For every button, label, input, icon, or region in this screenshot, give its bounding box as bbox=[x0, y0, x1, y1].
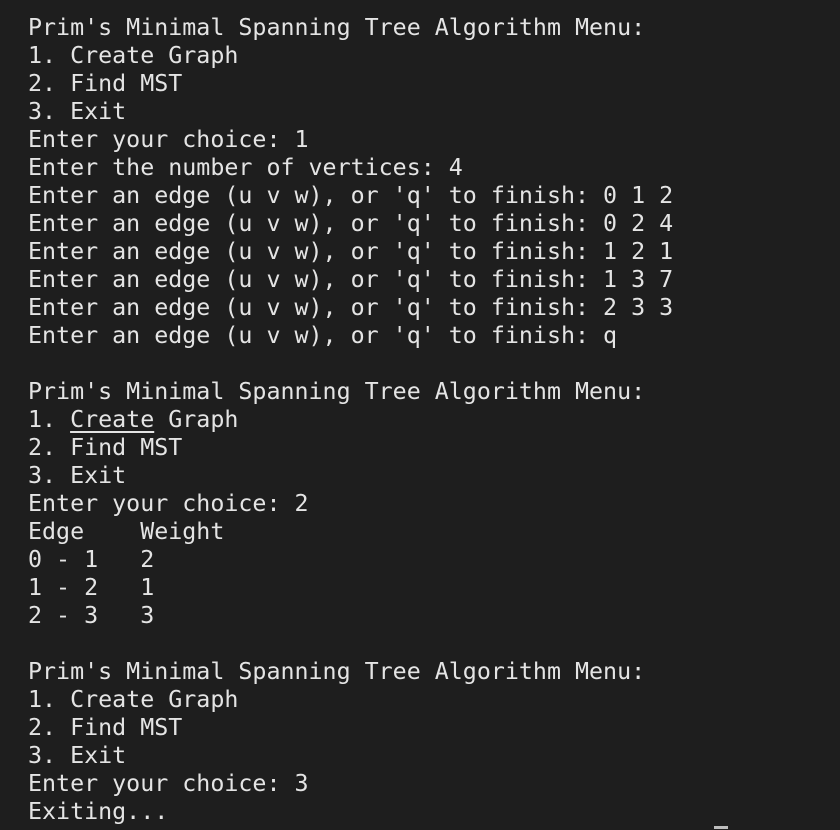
edge-input-line: Enter an edge (u v w), or 'q' to finish:… bbox=[28, 294, 674, 321]
terminal-window[interactable]: Prim's Minimal Spanning Tree Algorithm M… bbox=[0, 0, 840, 830]
menu-option-exit: 3. Exit bbox=[28, 462, 127, 489]
choice-input-line: Enter your choice: 2 bbox=[28, 490, 309, 517]
menu-option-create-graph: 1. Create Graph bbox=[28, 42, 239, 69]
edge-input-finish-line: Enter an edge (u v w), or 'q' to finish:… bbox=[28, 322, 618, 349]
mst-table-row: 1 - 2 1 bbox=[28, 574, 155, 601]
menu-option-find-mst: 2. Find MST bbox=[28, 434, 183, 461]
mst-table-header: Edge Weight bbox=[28, 518, 225, 545]
menu-title-line: Prim's Minimal Spanning Tree Algorithm M… bbox=[28, 14, 646, 41]
terminal-output: Prim's Minimal Spanning Tree Algorithm M… bbox=[28, 14, 673, 826]
edge-input-line: Enter an edge (u v w), or 'q' to finish:… bbox=[28, 238, 674, 265]
choice-input-line: Enter your choice: 3 bbox=[28, 770, 309, 797]
menu-option-find-mst: 2. Find MST bbox=[28, 70, 183, 97]
menu-option-find-mst: 2. Find MST bbox=[28, 714, 183, 741]
menu-option-exit: 3. Exit bbox=[28, 742, 127, 769]
edge-input-line: Enter an edge (u v w), or 'q' to finish:… bbox=[28, 266, 674, 293]
mst-table-row: 2 - 3 3 bbox=[28, 602, 155, 629]
menu-title-line: Prim's Minimal Spanning Tree Algorithm M… bbox=[28, 378, 646, 405]
edge-input-line: Enter an edge (u v w), or 'q' to finish:… bbox=[28, 210, 674, 237]
exit-message-line: Exiting... bbox=[28, 798, 169, 825]
menu-title-line: Prim's Minimal Spanning Tree Algorithm M… bbox=[28, 658, 646, 685]
choice-input-line: Enter your choice: 1 bbox=[28, 126, 309, 153]
vertices-input-line: Enter the number of vertices: 4 bbox=[28, 154, 463, 181]
menu-option-exit: 3. Exit bbox=[28, 98, 127, 125]
menu-option-create-graph-underlined: 1. Create Graph bbox=[28, 406, 673, 434]
edge-input-line: Enter an edge (u v w), or 'q' to finish:… bbox=[28, 182, 674, 209]
menu-option-suffix: Graph bbox=[154, 406, 239, 433]
mst-table-row: 0 - 1 2 bbox=[28, 546, 155, 573]
underlined-create-link[interactable]: Create bbox=[70, 406, 154, 433]
cursor-icon bbox=[714, 826, 728, 829]
menu-option-create-graph: 1. Create Graph bbox=[28, 686, 239, 713]
menu-option-prefix: 1. bbox=[28, 406, 71, 433]
